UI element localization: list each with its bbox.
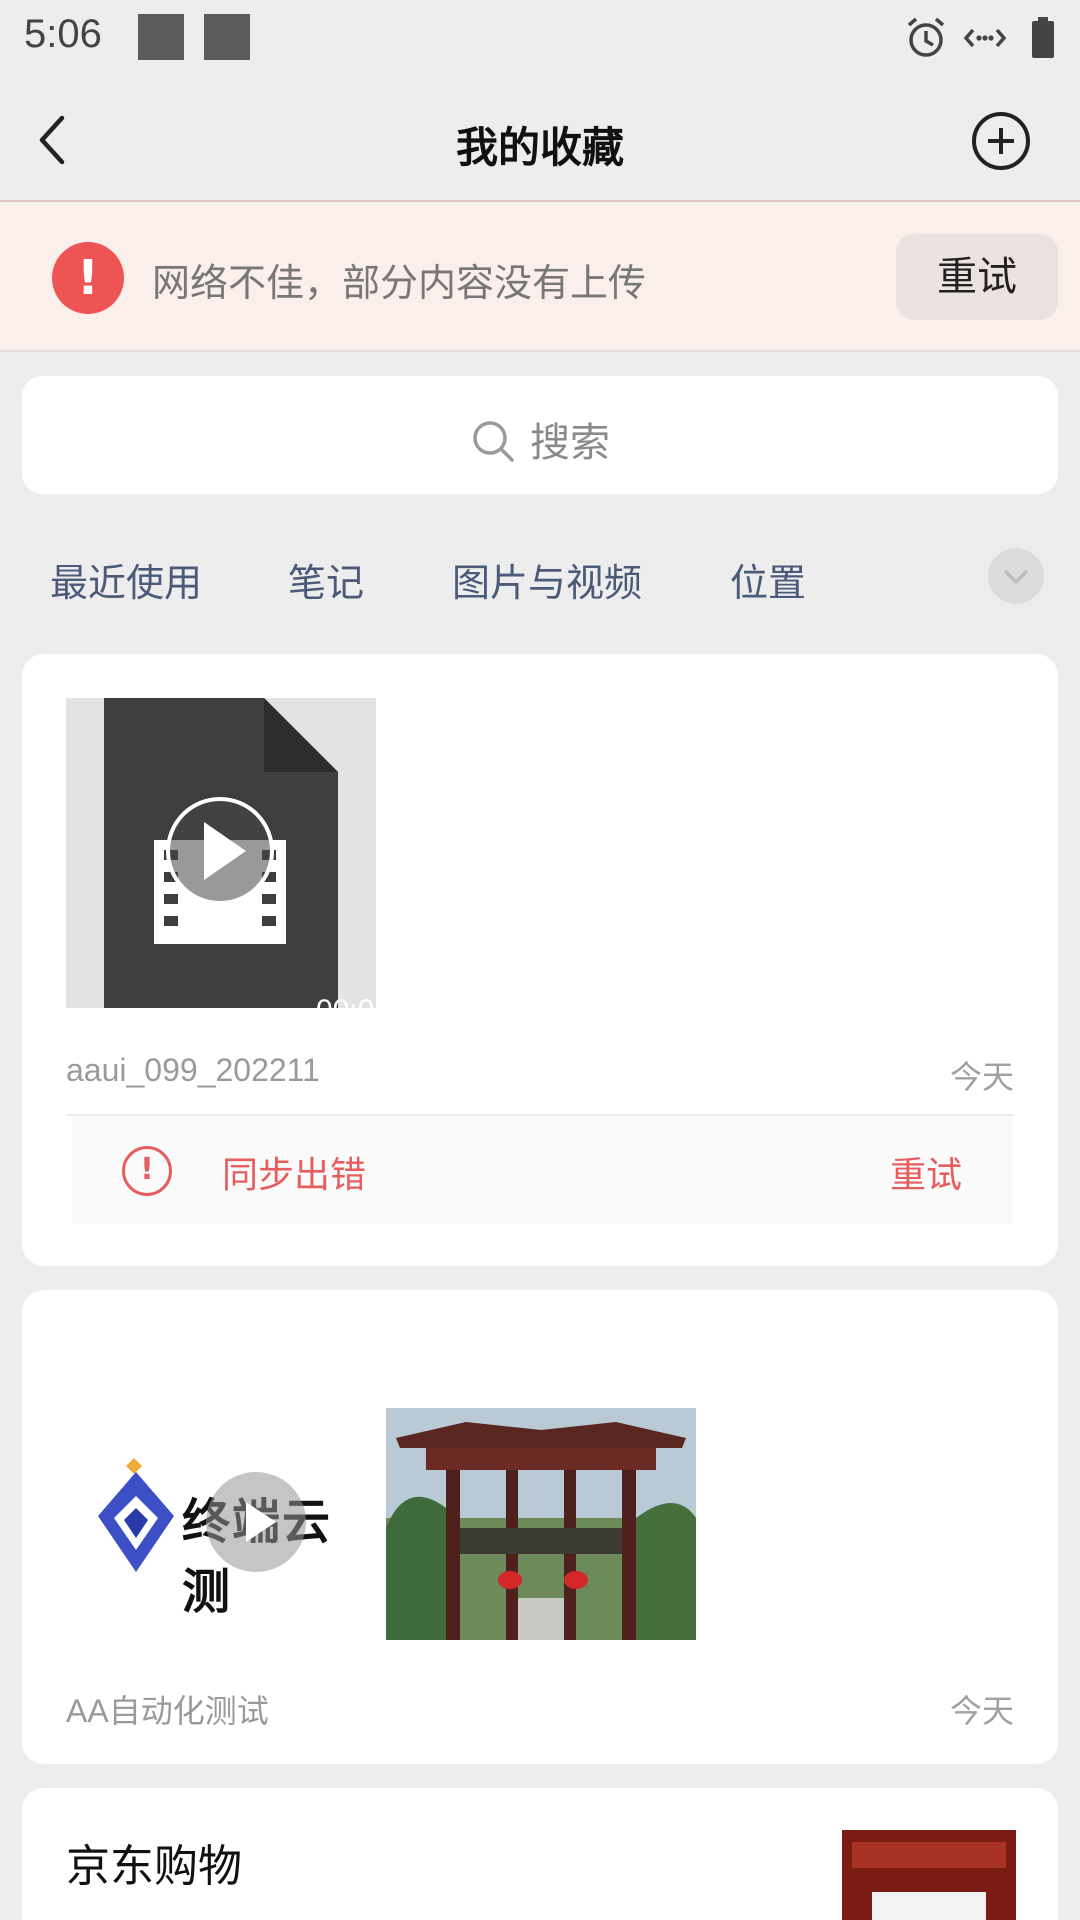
warning-message: 网络不佳，部分内容没有上传 (152, 261, 647, 305)
video-thumbnail[interactable]: 00:04 (66, 698, 391, 1027)
add-button[interactable] (970, 110, 1032, 172)
gate-photo-image (386, 1408, 696, 1640)
notification-icon (138, 14, 184, 60)
title-bar: 我的收藏 (0, 78, 1080, 202)
plus-circle-icon (972, 112, 1030, 170)
search-placeholder-row: 搜索 (22, 410, 1058, 468)
search-placeholder: 搜索 (530, 420, 610, 466)
favorite-card[interactable]: 终端云测 AA自动化测试 今天 (22, 1290, 1058, 1764)
data-transfer-icon (963, 28, 1007, 48)
more-tabs-button[interactable] (988, 548, 1044, 604)
alarm-icon (907, 17, 945, 57)
search-input[interactable]: 搜索 (22, 376, 1058, 494)
video-file-icon (104, 698, 338, 1008)
item-name: AA自动化测试 (66, 1693, 269, 1729)
chevron-down-icon (1004, 570, 1028, 584)
favorite-card[interactable]: 00:04 aaui_099_202211 今天 ! 同步出错 重试 (22, 654, 1058, 1266)
sync-error-row: ! 同步出错 重试 (72, 1116, 1012, 1224)
link-thumbnail (842, 1830, 1016, 1920)
notification-icon (204, 14, 250, 60)
status-time: 5:06 (24, 12, 102, 56)
page-title: 我的收藏 (455, 123, 624, 172)
logo-mark-icon (98, 1458, 174, 1572)
network-warning-banner: ! 网络不佳，部分内容没有上传 重试 (0, 202, 1080, 352)
video-duration: 00:04 (316, 994, 392, 1027)
favorite-card[interactable]: 京东购物 (22, 1788, 1058, 1920)
search-icon (473, 421, 514, 462)
tab-notes[interactable]: 笔记 (288, 552, 364, 607)
status-bar: 5:06 (0, 0, 1080, 78)
error-icon: ! (122, 1146, 172, 1196)
battery-icon (1032, 17, 1054, 58)
item-title: 京东购物 (66, 1841, 242, 1892)
banner-retry-button[interactable]: 重试 (896, 234, 1058, 320)
photo-thumbnail[interactable] (386, 1408, 696, 1640)
tab-recent[interactable]: 最近使用 (50, 552, 202, 607)
item-name: aaui_099_202211 (66, 1052, 320, 1088)
warning-icon: ! (52, 242, 124, 314)
tab-photos-videos[interactable]: 图片与视频 (452, 552, 642, 607)
shop-thumbnail-image (842, 1830, 1016, 1920)
sync-retry-button[interactable]: 重试 (890, 1146, 962, 1198)
play-button[interactable] (206, 1472, 306, 1572)
filter-tabs: 最近使用 笔记 图片与视频 位置 (0, 540, 1080, 620)
play-icon (246, 1502, 276, 1542)
logo-thumbnail[interactable]: 终端云测 (66, 1408, 376, 1628)
sync-error-text: 同步出错 (222, 1155, 367, 1196)
item-date: 今天 (949, 1692, 1014, 1730)
tab-location[interactable]: 位置 (730, 552, 806, 607)
item-date: 今天 (949, 1058, 1014, 1096)
